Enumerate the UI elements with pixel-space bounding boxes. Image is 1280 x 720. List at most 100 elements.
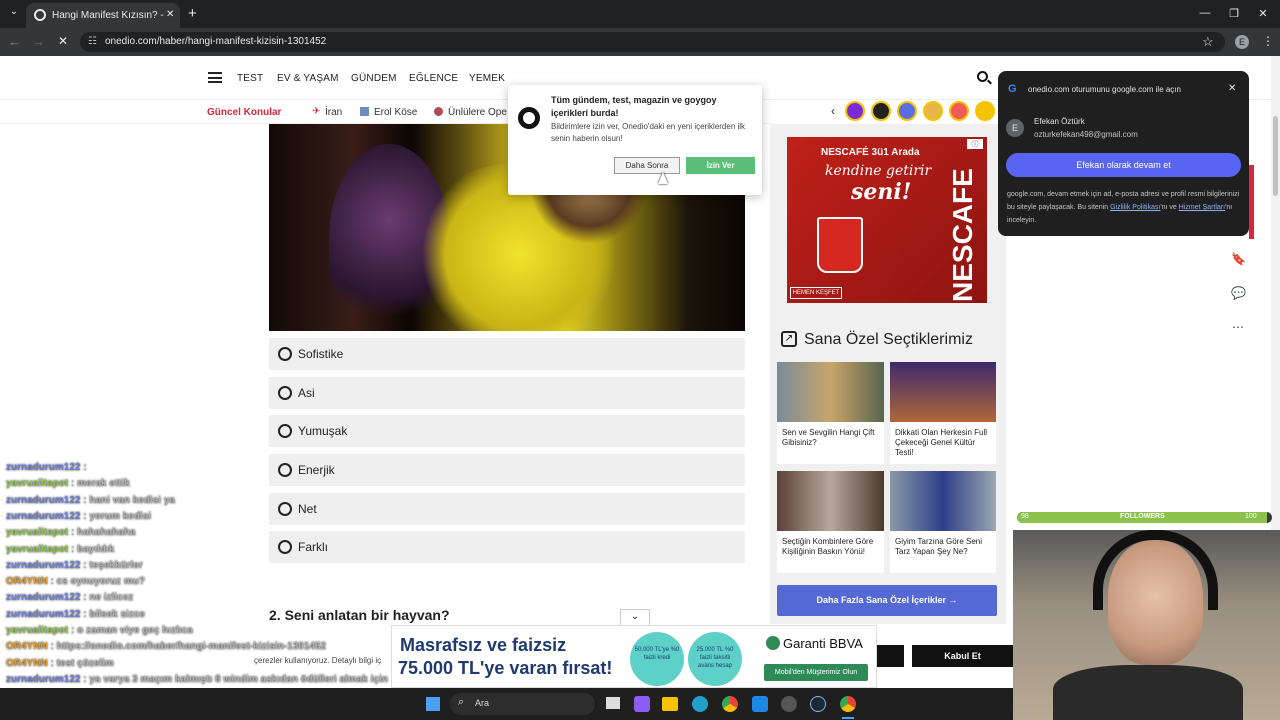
card-thumb-2 xyxy=(890,362,996,422)
chat-text: bayıldık xyxy=(77,543,115,555)
taskbar-search-icon: ⌕ xyxy=(458,696,465,708)
loading-close-icon[interactable]: ✕ xyxy=(58,34,68,48)
nav-item-gundem[interactable]: GÜNDEM xyxy=(351,73,397,84)
app-icon-2[interactable] xyxy=(752,696,768,712)
app-icon-3[interactable] xyxy=(781,696,797,712)
chat-separator: : xyxy=(68,527,78,539)
comments-icon[interactable]: 💬 xyxy=(1231,286,1247,300)
topic-erol-kose-icon xyxy=(360,107,369,116)
share-icon[interactable]: ⋯ xyxy=(1232,320,1246,334)
later-button[interactable]: Daha Sonra xyxy=(614,157,680,174)
chat-separator: : xyxy=(80,462,87,473)
story-avatar-6[interactable] xyxy=(975,101,995,121)
allow-button[interactable]: İzin Ver xyxy=(686,157,755,174)
bottom-ad-collapse-button[interactable]: ⌄ xyxy=(620,609,650,625)
hamburger-menu-icon[interactable] xyxy=(208,72,222,83)
chrome-icon-1[interactable] xyxy=(722,696,738,712)
chat-text: bilsek sizce xyxy=(89,608,145,620)
task-view-icon[interactable] xyxy=(606,697,620,709)
chat-message: yavrualitapot : hahahahaha xyxy=(6,527,136,538)
nav-item-ev-yasam[interactable]: EV & YAŞAM xyxy=(277,73,339,84)
chat-username: zurnadurum122 xyxy=(6,494,81,506)
chat-text: ya varya 3 maçım kalmıştı 8 windim askıd… xyxy=(89,673,388,685)
google-g-icon: G xyxy=(1008,83,1017,95)
topic-erol-kose[interactable]: Erol Köse xyxy=(374,107,417,118)
site-search-icon[interactable] xyxy=(977,71,992,85)
quiz-option-asi[interactable]: Asi xyxy=(269,377,745,409)
terms-link[interactable]: Hizmet Şartları xyxy=(1179,204,1225,211)
account-avatar: E xyxy=(1006,119,1024,137)
tab-favicon-icon xyxy=(34,9,46,21)
steam-icon[interactable] xyxy=(810,696,826,712)
chat-message: OR4YNN : https://onedio.com/haber/hangi-… xyxy=(6,641,326,652)
more-recommended-button[interactable]: Daha Fazla Sana Özel İçerikler → xyxy=(777,585,997,616)
red-side-tab xyxy=(1249,165,1254,239)
app-icon-1[interactable] xyxy=(634,696,650,712)
stories-prev-icon[interactable]: ‹ xyxy=(831,104,835,118)
chat-username: zurnadurum122 xyxy=(6,559,81,571)
back-icon[interactable]: ← xyxy=(8,34,21,49)
story-avatar-3[interactable] xyxy=(897,101,917,121)
chat-text: merak ettik xyxy=(77,478,130,490)
chat-message: zurnadurum122 : ne izlicez xyxy=(6,592,133,603)
window-maximize-button[interactable]: ❐ xyxy=(1219,7,1249,20)
forward-icon[interactable]: → xyxy=(32,34,45,49)
topic-unluler[interactable]: Ünlülere Ope xyxy=(448,107,507,118)
google-continue-button[interactable]: Efekan olarak devam et xyxy=(1006,153,1241,177)
chrome-icon-2[interactable] xyxy=(840,696,856,712)
bookmark-star-icon[interactable]: ☆ xyxy=(1202,34,1214,50)
quiz-option-sofistike[interactable]: Sofistike xyxy=(269,338,745,370)
browser-tab[interactable]: Hangi Manifest Kızısın? - Onedio ✕ xyxy=(26,3,180,28)
quiz-option-yumusak[interactable]: Yumuşak xyxy=(269,415,745,447)
recommended-card-2[interactable]: Dikkati Olan Herkesin Full Çekeceği Gene… xyxy=(890,362,996,464)
site-info-icon[interactable]: ☷ xyxy=(88,36,97,47)
nescafe-cup-image xyxy=(817,217,863,273)
new-tab-button[interactable]: + xyxy=(188,5,197,22)
story-avatar-5[interactable] xyxy=(949,101,969,121)
bottom-ad-cta[interactable]: Mobil'den Müşterimiz Olun xyxy=(764,664,868,681)
tab-list-button[interactable]: ⌄ xyxy=(6,6,22,22)
tab-title: Hangi Manifest Kızısın? - Onedio xyxy=(52,10,164,21)
card-thumb-3 xyxy=(777,471,884,531)
scrollbar-thumb[interactable] xyxy=(1273,116,1278,196)
nav-item-test[interactable]: TEST xyxy=(237,73,263,84)
browser-menu-icon[interactable]: ⋮ xyxy=(1262,34,1274,48)
recommended-card-3[interactable]: Seçtiğin Kombinlere Göre Kişiliğinin Bas… xyxy=(777,471,884,573)
url-text: onedio.com/haber/hangi-manifest-kizisin-… xyxy=(105,36,327,47)
google-close-button[interactable]: ✕ xyxy=(1228,83,1236,94)
edge-icon[interactable] xyxy=(692,696,708,712)
webcam-feed xyxy=(1013,530,1280,720)
privacy-policy-link[interactable]: Gizlilik Politikası xyxy=(1110,204,1160,211)
followers-left-count: 98 xyxy=(1021,513,1029,520)
chat-username: zurnadurum122 xyxy=(6,673,81,685)
url-box[interactable]: ☷ onedio.com/haber/hangi-manifest-kizisi… xyxy=(80,32,1225,52)
nav-item-yemek[interactable]: YEMEK xyxy=(469,73,505,84)
ad-info-icon[interactable]: ⓘ xyxy=(967,139,983,149)
followers-right-count: 100 xyxy=(1245,513,1257,520)
windows-start-icon[interactable] xyxy=(426,697,440,711)
chat-message: zurnadurum122 : bilsek sizce xyxy=(6,609,145,620)
nescafe-cta-button[interactable]: HEMEN KEŞFET xyxy=(790,287,842,299)
tab-strip: ⌄ Hangi Manifest Kızısın? - Onedio ✕ + —… xyxy=(0,0,1280,28)
file-explorer-icon[interactable] xyxy=(662,697,678,711)
bookmark-icon[interactable]: 🔖 xyxy=(1231,252,1246,266)
cookie-accept-button[interactable]: Kabul Et xyxy=(912,645,1013,667)
topic-iran[interactable]: İran xyxy=(325,107,342,118)
tab-close-button[interactable]: ✕ xyxy=(166,9,174,20)
recommended-card-4[interactable]: Giyim Tarzına Göre Seni Tarz Yapan Şey N… xyxy=(890,471,996,573)
story-avatar-1[interactable] xyxy=(845,101,865,121)
story-avatar-2[interactable] xyxy=(871,101,891,121)
nav-item-eglence[interactable]: EĞLENCE xyxy=(409,73,458,84)
cookie-decline-button[interactable] xyxy=(876,645,904,667)
google-signin-title: onedio.com oturumunu google.com ile açın xyxy=(1028,85,1181,94)
taskbar-search-box[interactable]: ⌕ Ara xyxy=(450,693,595,715)
profile-avatar[interactable]: E xyxy=(1235,35,1249,49)
window-minimize-button[interactable]: — xyxy=(1190,7,1220,19)
window-close-button[interactable]: ✕ xyxy=(1248,7,1278,20)
card-thumb-1 xyxy=(777,362,884,422)
story-avatar-4[interactable] xyxy=(923,101,943,121)
recommended-card-1[interactable]: Sen ve Sevgilin Hangi Çift Gibisiniz? xyxy=(777,362,884,464)
card-title-3: Seçtiğin Kombinlere Göre Kişiliğinin Bas… xyxy=(782,537,874,556)
topics-title: Güncel Konular xyxy=(207,107,282,118)
nescafe-ad[interactable]: ⓘ NESCAFÉ 3ü1 Arada kendine getirir seni… xyxy=(787,137,987,303)
